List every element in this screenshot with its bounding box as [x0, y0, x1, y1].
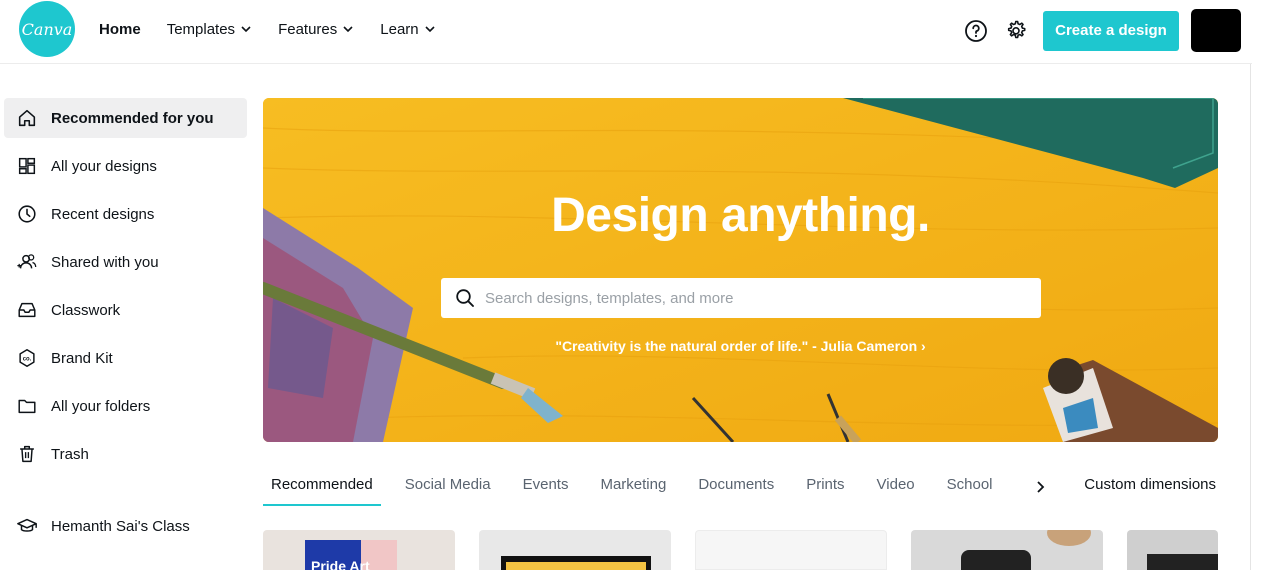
chevron-down-icon [343, 26, 353, 33]
tab-school[interactable]: School [939, 466, 1001, 506]
laptop-thumbnail [501, 556, 651, 570]
sidebar-item-label: Classwork [51, 301, 121, 319]
sidebar-item-label: All your folders [51, 397, 151, 415]
sidebar-item-all-designs[interactable]: All your designs [4, 146, 247, 186]
chevron-down-icon [425, 26, 435, 33]
home-icon [18, 109, 36, 127]
nav-templates-label: Templates [166, 20, 236, 38]
sidebar-item-brand-kit[interactable]: co. Brand Kit [4, 338, 247, 378]
card-title: Pride Art [311, 558, 370, 570]
sidebar-item-folders[interactable]: All your folders [4, 386, 247, 426]
top-header: Canva Home Templates Features Learn Crea… [0, 0, 1252, 64]
card-thumbnail: Pride Art [305, 540, 397, 570]
sidebar-item-recent[interactable]: Recent designs [4, 194, 247, 234]
sidebar-item-label: Brand Kit [51, 349, 113, 367]
scrollbar-track[interactable] [1250, 64, 1251, 570]
header-actions: Create a design [963, 9, 1241, 52]
nav-home[interactable]: Home [99, 21, 141, 38]
sidebar-item-label: Recent designs [51, 205, 155, 223]
chevron-right-icon [1037, 481, 1045, 493]
nav-learn[interactable]: Learn [380, 21, 435, 38]
template-card[interactable] [695, 530, 887, 570]
search-input[interactable] [485, 289, 1025, 307]
folder-icon [18, 399, 36, 414]
template-card[interactable] [1127, 530, 1218, 570]
sidebar-item-label: Shared with you [51, 253, 159, 271]
gear-icon [1007, 20, 1026, 38]
clock-icon [18, 205, 36, 223]
sidebar-item-label: Recommended for you [51, 109, 214, 127]
sidebar-item-shared[interactable]: Shared with you [4, 242, 247, 282]
template-card[interactable] [911, 530, 1103, 570]
hero-title: Design anything. [551, 189, 930, 242]
tab-events[interactable]: Events [515, 466, 577, 506]
tab-video[interactable]: Video [869, 466, 923, 506]
tab-prints[interactable]: Prints [798, 466, 852, 506]
hero-search-bar[interactable] [441, 278, 1041, 318]
template-card[interactable]: Pride Art [263, 530, 455, 570]
nav-features-label: Features [278, 20, 338, 38]
create-design-button[interactable]: Create a design [1043, 10, 1179, 51]
graduation-cap-icon [17, 518, 37, 532]
tab-documents[interactable]: Documents [690, 466, 782, 506]
nav-templates[interactable]: Templates [167, 21, 252, 38]
custom-dimensions-button[interactable]: Custom dimensions [1084, 476, 1216, 493]
main-nav: Home Templates Features Learn [99, 0, 462, 58]
sidebar-item-class[interactable]: Hemanth Sai's Class [4, 506, 247, 546]
sidebar: Recommended for you All your designs Rec… [4, 98, 247, 554]
sidebar-item-label: All your designs [51, 157, 157, 175]
sidebar-item-recommended[interactable]: Recommended for you [4, 98, 247, 138]
hero-quote-link[interactable]: "Creativity is the natural order of life… [263, 338, 1218, 354]
svg-text:co.: co. [23, 356, 32, 362]
sidebar-item-label: Hemanth Sai's Class [51, 517, 190, 535]
inbox-icon [18, 302, 36, 318]
hero-banner: Design anything. "Creativity is the natu… [263, 98, 1218, 442]
avatar[interactable] [1191, 9, 1241, 52]
sidebar-item-trash[interactable]: Trash [4, 434, 247, 474]
shared-users-icon [17, 254, 37, 269]
nav-learn-label: Learn [380, 20, 419, 38]
search-icon [456, 289, 474, 307]
hero-background-illustration [263, 98, 1218, 442]
sidebar-item-classwork[interactable]: Classwork [4, 290, 247, 330]
nav-features[interactable]: Features [278, 21, 354, 38]
category-tabs: Recommended Social Media Events Marketin… [263, 466, 1218, 508]
brand-kit-icon: co. [19, 349, 35, 367]
canva-logo[interactable]: Canva [19, 1, 75, 57]
tabs-next-button[interactable] [1026, 475, 1054, 499]
sidebar-item-label: Trash [51, 445, 89, 463]
help-icon [965, 19, 987, 42]
trash-icon [20, 445, 34, 463]
nav-home-label: Home [99, 20, 141, 38]
tab-marketing[interactable]: Marketing [592, 466, 674, 506]
settings-button[interactable] [1003, 18, 1029, 44]
chevron-down-icon [241, 26, 251, 33]
help-button[interactable] [963, 18, 989, 44]
tab-recommended[interactable]: Recommended [263, 466, 381, 506]
template-card[interactable] [479, 530, 671, 570]
phone-thumbnail [961, 550, 1031, 570]
grid-icon [18, 157, 36, 175]
tab-social-media[interactable]: Social Media [397, 466, 499, 506]
